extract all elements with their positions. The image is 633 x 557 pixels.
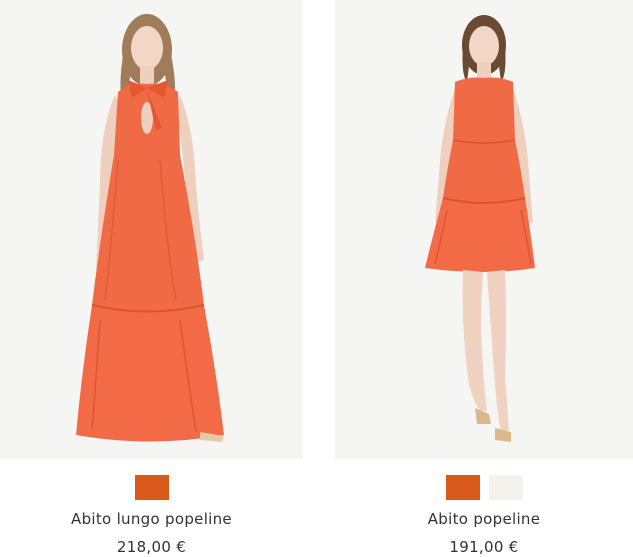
color-swatch-orange[interactable] [134, 475, 169, 500]
color-swatches [0, 475, 303, 500]
color-swatch-orange[interactable] [445, 475, 480, 500]
product-name[interactable]: Abito popeline [335, 510, 633, 528]
product-card-short-dress: Abito popeline 191,00 € [335, 0, 633, 557]
product-name[interactable]: Abito lungo popeline [0, 510, 303, 528]
product-price: 218,00 € [116, 538, 187, 556]
product-image-long-dress[interactable] [0, 0, 303, 459]
long-dress-photo [76, 14, 224, 442]
product-image-short-dress[interactable] [335, 0, 633, 459]
product-card-long-dress: Abito lungo popeline 218,00 € [0, 0, 303, 557]
short-dress-photo [425, 15, 535, 442]
product-price: 191,00 € [449, 538, 519, 556]
color-swatch-white[interactable] [488, 475, 523, 500]
product-grid: Abito lungo popeline 218,00 € Abito pope… [0, 0, 633, 557]
color-swatches [335, 475, 633, 500]
